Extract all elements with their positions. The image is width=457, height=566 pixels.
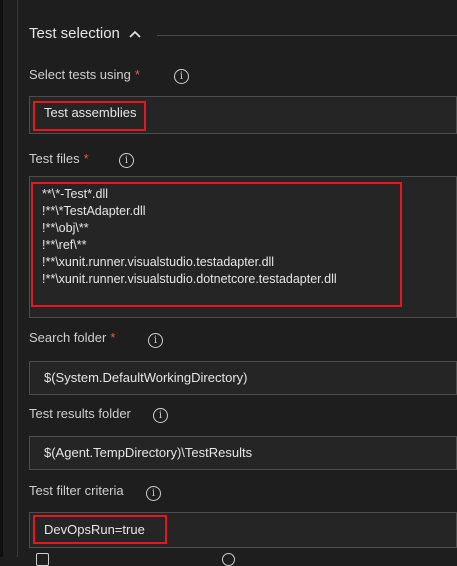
test-filter-criteria-label: Test filter criteria xyxy=(29,483,124,498)
info-icon[interactable]: i xyxy=(174,69,189,84)
section-rail xyxy=(17,0,18,557)
select-tests-label-row: Select tests using * xyxy=(29,67,140,82)
section-header[interactable]: Test selection xyxy=(29,25,142,42)
highlight-box xyxy=(31,182,402,307)
test-files-label: Test files xyxy=(29,151,80,166)
section-divider xyxy=(157,35,457,36)
info-icon[interactable]: i xyxy=(148,333,163,348)
test-results-folder-label: Test results folder xyxy=(29,406,131,421)
highlight-box xyxy=(33,515,167,544)
search-folder-label-row: Search folder * xyxy=(29,330,115,345)
info-icon[interactable]: i xyxy=(146,486,161,501)
chevron-up-icon[interactable] xyxy=(128,27,142,41)
left-rail xyxy=(0,0,3,557)
search-folder-input[interactable]: $(System.DefaultWorkingDirectory) xyxy=(29,361,457,395)
highlight-box xyxy=(33,101,146,131)
required-marker: * xyxy=(83,151,89,166)
info-icon[interactable] xyxy=(222,553,235,566)
test-results-folder-input[interactable]: $(Agent.TempDirectory)\TestResults xyxy=(29,436,457,470)
test-results-folder-label-row: Test results folder xyxy=(29,406,131,421)
required-marker: * xyxy=(134,67,140,82)
select-tests-label: Select tests using xyxy=(29,67,131,82)
required-marker: * xyxy=(110,330,116,345)
info-icon[interactable]: i xyxy=(153,408,168,423)
test-filter-criteria-label-row: Test filter criteria xyxy=(29,483,124,498)
checkbox[interactable] xyxy=(36,553,49,566)
search-folder-value: $(System.DefaultWorkingDirectory) xyxy=(44,370,248,385)
search-folder-label: Search folder xyxy=(29,330,107,345)
info-icon[interactable]: i xyxy=(119,153,134,168)
section-title: Test selection xyxy=(29,25,120,42)
test-results-folder-value: $(Agent.TempDirectory)\TestResults xyxy=(44,445,253,460)
test-files-label-row: Test files * xyxy=(29,151,89,166)
